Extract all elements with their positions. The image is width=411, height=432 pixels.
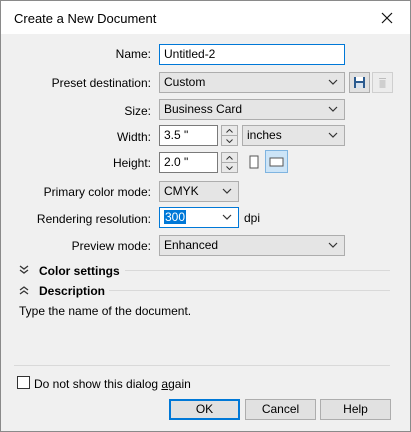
save-preset-button[interactable] (349, 72, 370, 93)
width-label: Width: (116, 130, 151, 144)
cancel-button[interactable]: Cancel (245, 399, 316, 420)
width-stepper[interactable] (221, 125, 238, 146)
description-heading: Description (39, 284, 106, 298)
height-stepper[interactable] (221, 152, 238, 173)
collapse-icon (19, 284, 33, 298)
close-icon[interactable] (364, 1, 410, 34)
delete-preset-button[interactable] (372, 72, 393, 93)
save-icon (354, 77, 365, 88)
new-document-dialog: Create a New Document Name: Untitled-2 P… (0, 0, 411, 432)
dialog-title: Create a New Document (14, 11, 157, 26)
unit-select[interactable]: inches (242, 125, 345, 146)
spin-up-icon[interactable] (222, 153, 237, 162)
color-mode-select[interactable]: CMYK (159, 181, 239, 202)
section-divider (125, 270, 390, 271)
name-input[interactable]: Untitled-2 (159, 44, 345, 65)
chevron-down-icon (328, 73, 340, 92)
size-value: Business Card (164, 102, 243, 116)
color-mode-label: Primary color mode: (43, 185, 151, 199)
section-divider (109, 290, 390, 291)
preview-value: Enhanced (164, 238, 219, 252)
color-settings-heading: Color settings (39, 264, 120, 278)
landscape-orientation-button[interactable] (265, 150, 288, 173)
chevron-down-icon[interactable] (222, 208, 234, 227)
chevron-down-icon (328, 236, 340, 255)
name-label: Name: (115, 47, 151, 61)
resolution-unit: dpi (244, 211, 261, 225)
preview-label: Preview mode: (71, 239, 151, 253)
footer-divider (14, 365, 390, 366)
width-value: 3.5 " (164, 128, 189, 142)
ok-button[interactable]: OK (169, 399, 240, 420)
resolution-value: 300 (164, 210, 187, 224)
title-bar: Create a New Document (1, 1, 410, 34)
description-text: Type the name of the document. (19, 304, 192, 318)
preset-value: Custom (164, 75, 206, 89)
do-not-show-checkbox[interactable] (17, 376, 30, 389)
chevron-down-icon (222, 182, 234, 201)
size-label: Size: (124, 104, 151, 118)
preset-select[interactable]: Custom (159, 72, 345, 93)
name-value: Untitled-2 (164, 47, 216, 61)
do-not-show-label[interactable]: Do not show this dialog again (34, 377, 191, 391)
delete-icon (379, 78, 386, 88)
size-select[interactable]: Business Card (159, 99, 345, 120)
width-input[interactable]: 3.5 " (159, 125, 218, 146)
landscape-icon (269, 157, 284, 167)
color-settings-toggle[interactable]: Color settings (19, 264, 120, 278)
spin-down-icon[interactable] (222, 163, 237, 172)
unit-value: inches (247, 128, 282, 142)
portrait-orientation-button[interactable] (244, 151, 264, 173)
spin-down-icon[interactable] (222, 136, 237, 145)
height-label: Height: (112, 156, 151, 170)
resolution-combobox[interactable]: 300 (159, 207, 239, 228)
help-button[interactable]: Help (320, 399, 391, 420)
resolution-label: Rendering resolution: (36, 212, 151, 226)
portrait-icon (249, 155, 259, 169)
color-mode-value: CMYK (164, 184, 199, 198)
spin-up-icon[interactable] (222, 126, 237, 135)
preset-label: Preset destination: (51, 76, 151, 90)
height-value: 2.0 " (164, 155, 189, 169)
description-toggle[interactable]: Description (19, 284, 105, 298)
preview-select[interactable]: Enhanced (159, 235, 345, 256)
height-input[interactable]: 2.0 " (159, 152, 218, 173)
chevron-down-icon (328, 126, 340, 145)
chevron-down-icon (328, 100, 340, 119)
expand-icon (19, 264, 33, 278)
